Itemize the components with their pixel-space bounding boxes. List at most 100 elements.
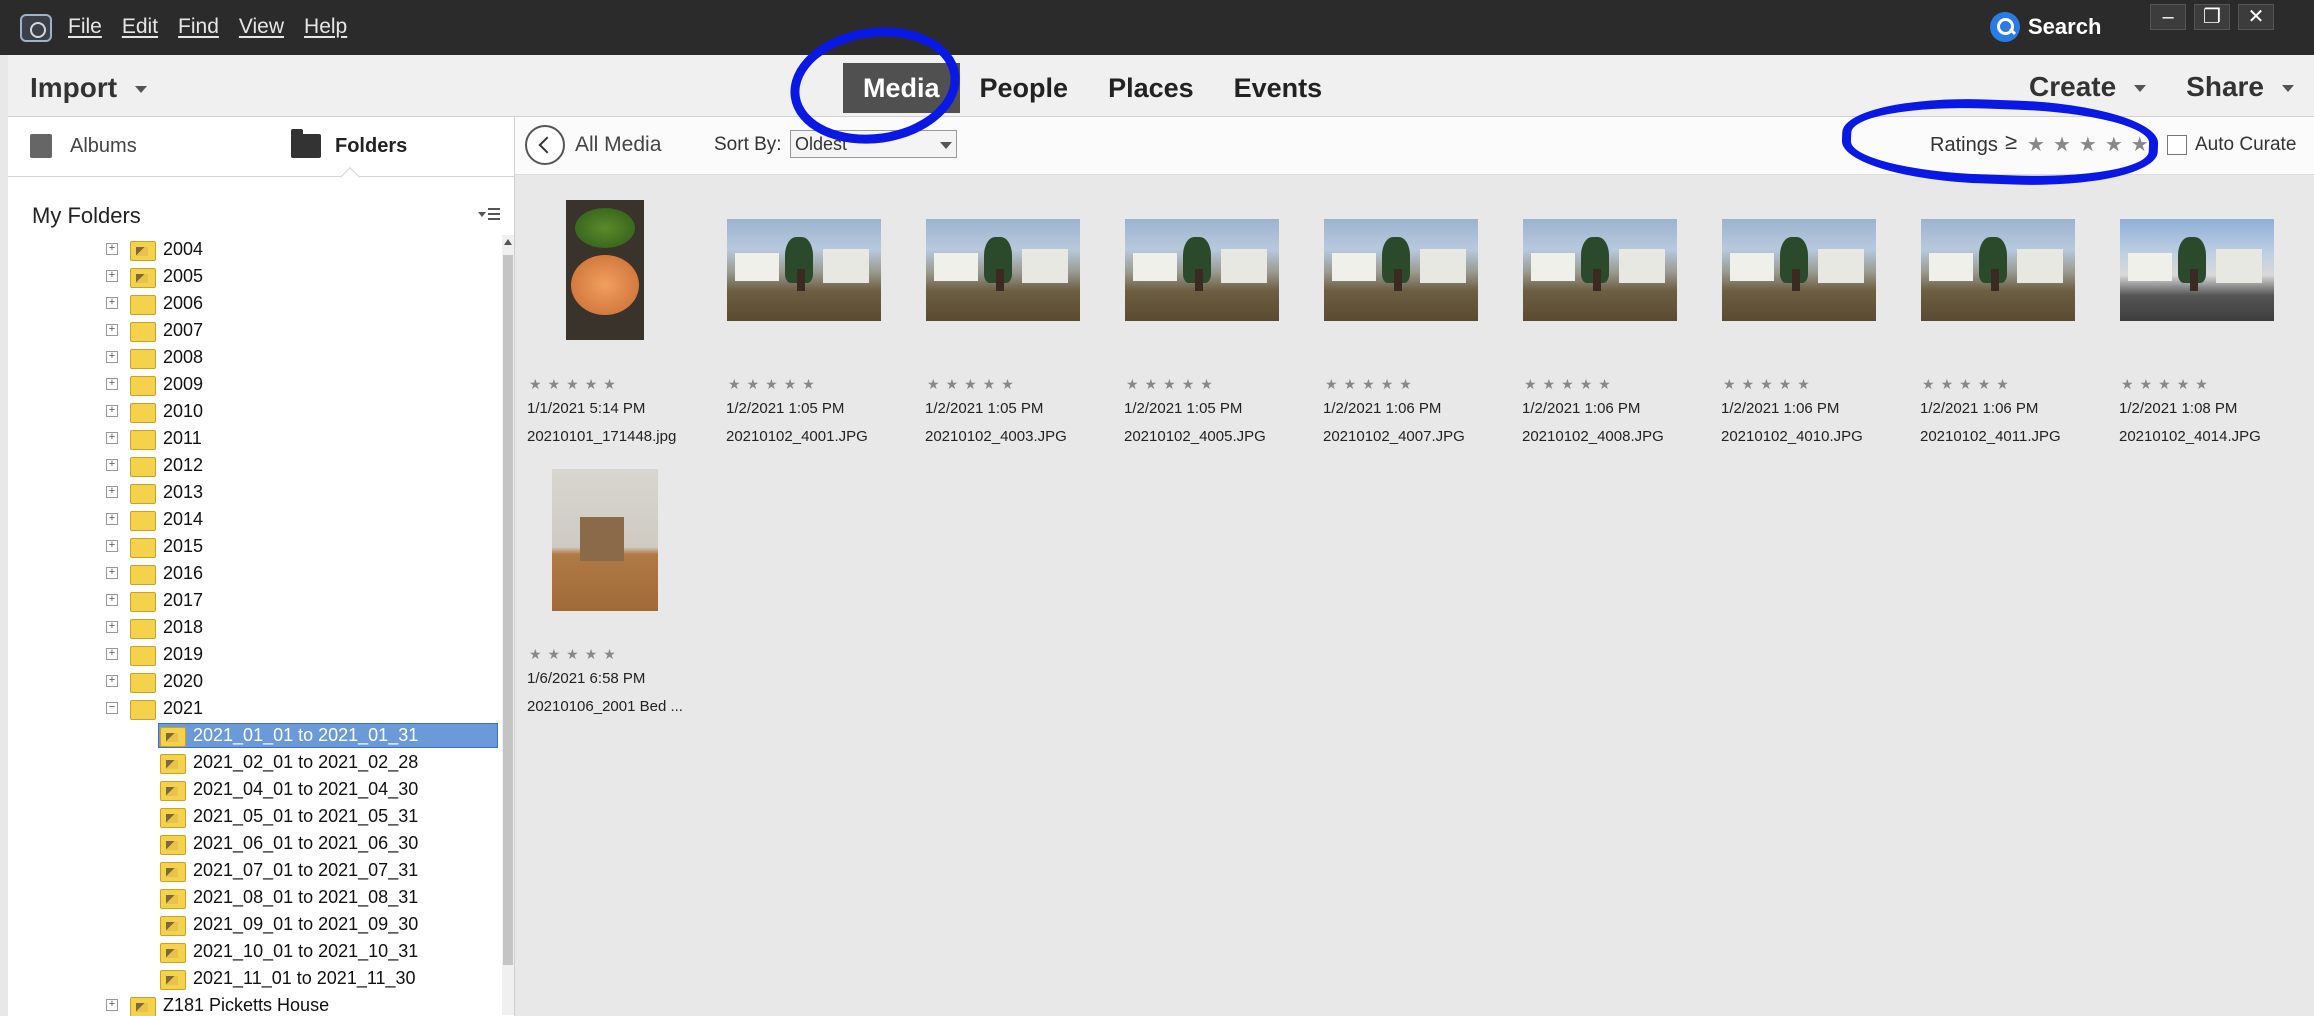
tab-folders[interactable]: Folders (291, 129, 407, 158)
search-button[interactable]: Search (1990, 12, 2101, 42)
back-button[interactable] (525, 125, 565, 165)
folder-month[interactable]: 2021_05_01 to 2021_05_31 (8, 803, 498, 830)
star-icon[interactable]: ★ (1163, 376, 1176, 393)
media-item[interactable]: ★ ★ ★ ★ ★ 1/1/2021 5:14 PM 20210101_171448.jpg (525, 190, 724, 445)
media-thumbnail[interactable] (1722, 219, 1876, 321)
star-icon[interactable]: ★ (1580, 376, 1593, 393)
expand-icon[interactable]: + (106, 351, 118, 363)
star-icon[interactable]: ★ (802, 376, 815, 393)
star-icon[interactable]: ★ (983, 376, 996, 393)
folder-year[interactable]: +2015 (8, 533, 498, 560)
expand-icon[interactable]: + (106, 405, 118, 417)
folder-month[interactable]: 2021_04_01 to 2021_04_30 (8, 776, 498, 803)
star-icon[interactable]: ★ (2121, 376, 2134, 393)
sidebar-scrollbar[interactable] (502, 235, 514, 1015)
star-icon[interactable]: ★ (1399, 376, 1412, 393)
star-icon[interactable]: ★ (529, 376, 542, 393)
expand-icon[interactable]: + (106, 513, 118, 525)
expand-icon[interactable]: + (106, 486, 118, 498)
star-icon[interactable]: ★ (1362, 376, 1375, 393)
folder-year[interactable]: +2004 (8, 236, 498, 263)
menu-help[interactable]: Help (304, 15, 347, 39)
star-icon[interactable]: ★ (1200, 376, 1213, 393)
star-icon[interactable]: ★ (1543, 376, 1556, 393)
star-icon[interactable]: ★ (1996, 376, 2009, 393)
folder-month[interactable]: 2021_11_01 to 2021_11_30 (8, 965, 498, 992)
create-button[interactable]: Create (2029, 71, 2147, 103)
media-item[interactable]: ★ ★ ★ ★ ★ 1/6/2021 6:58 PM 20210106_2001 Bed .… (525, 460, 724, 715)
media-item[interactable]: ★ ★ ★ ★ ★ 1/2/2021 1:05 PM 20210102_4003.JPG (923, 190, 1122, 445)
expand-icon[interactable]: + (106, 675, 118, 687)
star-icon[interactable]: ★ (946, 376, 959, 393)
star-icon[interactable]: ★ (2140, 376, 2153, 393)
star-icon[interactable]: ★ (1381, 376, 1394, 393)
star-icon[interactable]: ★ (548, 646, 561, 663)
folder-year[interactable]: − 2021 (8, 695, 498, 722)
star-icon[interactable]: ★ (1344, 376, 1357, 393)
folder-month[interactable]: 2021_07_01 to 2021_07_31 (8, 857, 498, 884)
star-icon[interactable]: ★ (765, 376, 778, 393)
star-icon[interactable]: ★ (585, 646, 598, 663)
expand-icon[interactable]: + (106, 540, 118, 552)
star-icon[interactable]: ★ (603, 376, 616, 393)
media-item[interactable]: ★ ★ ★ ★ ★ 1/2/2021 1:06 PM 20210102_4011.JPG (1918, 190, 2117, 445)
expand-icon[interactable]: + (106, 594, 118, 606)
star-icon[interactable]: ★ (1598, 376, 1611, 393)
folder-year[interactable]: +2020 (8, 668, 498, 695)
star-icon[interactable]: ★ (1978, 376, 1991, 393)
folder-year[interactable]: +2012 (8, 452, 498, 479)
media-thumbnail[interactable] (566, 200, 644, 340)
expand-icon[interactable]: + (106, 648, 118, 660)
expand-icon[interactable]: + (106, 999, 118, 1011)
star-icon[interactable]: ★ (548, 376, 561, 393)
expand-icon[interactable]: + (106, 621, 118, 633)
star-icon[interactable]: ★ (1959, 376, 1972, 393)
star-icon[interactable]: ★ (1325, 376, 1338, 393)
star-icon[interactable]: ★ (1742, 376, 1755, 393)
folder-year[interactable]: +2018 (8, 614, 498, 641)
star-icon[interactable]: ★ (603, 646, 616, 663)
media-item[interactable]: ★ ★ ★ ★ ★ 1/2/2021 1:05 PM 20210102_4001.JPG (724, 190, 923, 445)
star-icon[interactable]: ★ (2195, 376, 2208, 393)
folder-month[interactable]: 2021_10_01 to 2021_10_31 (8, 938, 498, 965)
menu-view[interactable]: View (239, 15, 284, 39)
media-thumbnail[interactable] (727, 219, 881, 321)
folder-year[interactable]: +2005 (8, 263, 498, 290)
auto-curate-checkbox[interactable] (2167, 135, 2187, 155)
expand-icon[interactable]: + (106, 459, 118, 471)
tab-albums[interactable]: Albums (30, 134, 137, 158)
folder-year[interactable]: +2017 (8, 587, 498, 614)
folder-year[interactable]: +2013 (8, 479, 498, 506)
star-icon[interactable]: ★ (1001, 376, 1014, 393)
star-icon[interactable]: ★ (1524, 376, 1537, 393)
folder-year[interactable]: +2016 (8, 560, 498, 587)
minimize-button[interactable]: – (2150, 4, 2186, 30)
star-icon[interactable]: ★ (1760, 376, 1773, 393)
star-icon[interactable]: ★ (2177, 376, 2190, 393)
media-thumbnail[interactable] (1921, 219, 2075, 321)
star-icon[interactable]: ★ (1941, 376, 1954, 393)
menu-file[interactable]: File (68, 15, 102, 39)
scroll-up-icon[interactable] (504, 239, 512, 245)
expand-icon[interactable]: + (106, 270, 118, 282)
folder-month[interactable]: 2021_08_01 to 2021_08_31 (8, 884, 498, 911)
media-thumbnail[interactable] (1523, 219, 1677, 321)
folder-year[interactable]: +2006 (8, 290, 498, 317)
media-thumbnail[interactable] (552, 469, 658, 611)
folder-year[interactable]: +2009 (8, 371, 498, 398)
folder-year[interactable]: +2007 (8, 317, 498, 344)
folder-year[interactable]: +2019 (8, 641, 498, 668)
expand-icon[interactable]: + (106, 378, 118, 390)
expand-icon[interactable]: + (106, 324, 118, 336)
star-icon[interactable]: ★ (747, 376, 760, 393)
media-thumbnail[interactable] (1125, 219, 1279, 321)
folder-year[interactable]: +2008 (8, 344, 498, 371)
collapse-icon[interactable]: − (106, 702, 118, 714)
media-item[interactable]: ★ ★ ★ ★ ★ 1/2/2021 1:06 PM 20210102_4008.JPG (1520, 190, 1719, 445)
import-button[interactable]: Import (30, 72, 148, 104)
scrollbar-thumb[interactable] (503, 255, 513, 965)
tab-events[interactable]: Events (1214, 63, 1343, 113)
auto-curate-toggle[interactable]: Auto Curate (2167, 134, 2296, 156)
star-icon[interactable]: ★ (1797, 376, 1810, 393)
star-icon[interactable]: ★ (1922, 376, 1935, 393)
